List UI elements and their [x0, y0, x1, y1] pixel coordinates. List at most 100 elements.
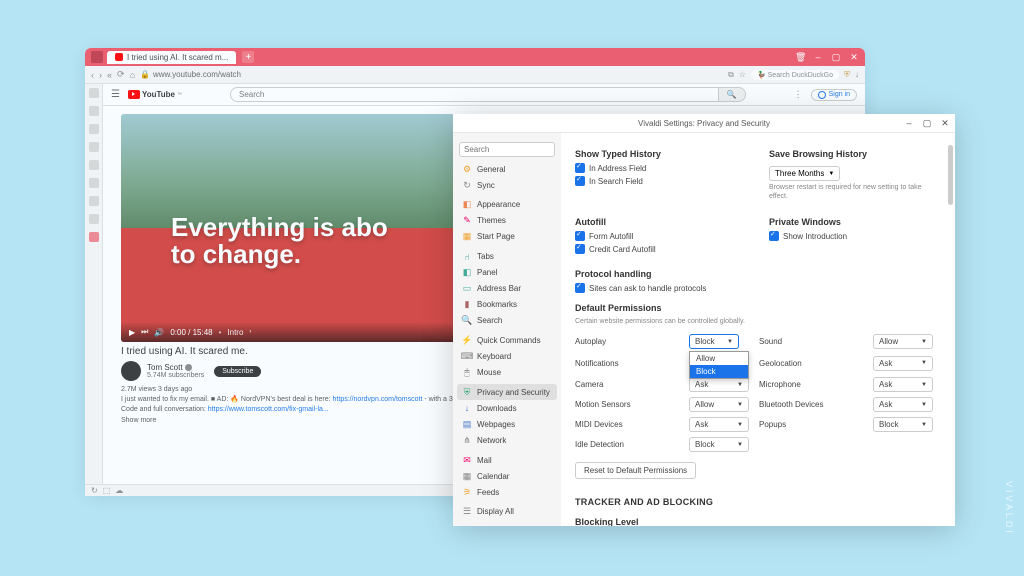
- close-button[interactable]: ✕: [939, 118, 951, 129]
- back-button[interactable]: ‹: [91, 70, 94, 80]
- nav-network[interactable]: ⋔Network: [457, 432, 557, 448]
- forward-button[interactable]: ›: [99, 70, 102, 80]
- scrollbar-thumb[interactable]: [948, 145, 953, 205]
- panel-icon[interactable]: [89, 214, 99, 224]
- heading-private-windows: Private Windows: [769, 217, 933, 227]
- volume-icon[interactable]: 🔊: [154, 328, 164, 337]
- new-tab-button[interactable]: +: [242, 51, 254, 63]
- chapter-label[interactable]: Intro: [227, 328, 243, 337]
- description-link[interactable]: https://www.tomscott.com/fix-gmail-la...: [208, 406, 329, 413]
- history-note: Browser restart is required for new sett…: [769, 183, 933, 201]
- perm-midi-dropdown[interactable]: Ask▼: [689, 417, 749, 432]
- next-icon[interactable]: ⏭: [141, 327, 148, 337]
- search-engine-field[interactable]: 🦆 Search DuckDuckGo: [751, 70, 839, 80]
- nav-quickcommands[interactable]: ⚡Quick Commands: [457, 332, 557, 348]
- bookmark-icon[interactable]: ☆: [739, 70, 746, 79]
- perm-mic-dropdown[interactable]: Ask▼: [873, 377, 933, 392]
- trash-icon[interactable]: 🗑: [795, 52, 805, 63]
- perm-label-popups: Popups: [759, 420, 863, 429]
- home-button[interactable]: ⌂: [130, 70, 135, 80]
- calendar-icon: ▦: [462, 471, 472, 481]
- nav-privacy[interactable]: ⛨Privacy and Security: [457, 384, 557, 400]
- perm-idle-dropdown[interactable]: Block▼: [689, 437, 749, 452]
- youtube-logo[interactable]: YouTube ™: [128, 90, 182, 99]
- perm-camera-dropdown[interactable]: Ask▼: [689, 377, 749, 392]
- grid-icon: ▦: [462, 232, 472, 242]
- panel-icon[interactable]: [89, 106, 99, 116]
- perm-sound-dropdown[interactable]: Allow▼: [873, 334, 933, 349]
- youtube-search-input[interactable]: [230, 87, 719, 102]
- nav-themes[interactable]: ✎Themes: [457, 213, 557, 229]
- perm-bt-dropdown[interactable]: Ask▼: [873, 397, 933, 412]
- option-allow[interactable]: Allow: [690, 352, 748, 365]
- nav-appearance[interactable]: ◧Appearance: [457, 197, 557, 213]
- vivaldi-logo-icon: [91, 51, 103, 63]
- panel-icon[interactable]: [89, 160, 99, 170]
- channel-name[interactable]: Tom Scott: [147, 363, 183, 372]
- nav-sync[interactable]: ↻Sync: [457, 177, 557, 193]
- screenshot-icon[interactable]: ⬚: [103, 486, 111, 495]
- checkbox-cc-autofill[interactable]: [575, 244, 585, 254]
- option-block[interactable]: Block: [690, 365, 748, 378]
- close-button[interactable]: ✕: [849, 52, 859, 63]
- maximize-button[interactable]: ▢: [831, 52, 841, 63]
- signin-button[interactable]: Sign in: [811, 89, 857, 101]
- url-field[interactable]: 🔒 www.youtube.com/watch: [140, 70, 723, 79]
- panel-icon[interactable]: [89, 232, 99, 242]
- nav-mail[interactable]: ✉Mail: [457, 452, 557, 468]
- nav-startpage[interactable]: ▦Start Page: [457, 229, 557, 245]
- reset-permissions-button[interactable]: Reset to Default Permissions: [575, 462, 696, 479]
- nav-webpages[interactable]: ▤Webpages: [457, 416, 557, 432]
- panel-icon[interactable]: [89, 196, 99, 206]
- checkbox-form-autofill[interactable]: [575, 231, 585, 241]
- settings-search-input[interactable]: [459, 142, 555, 157]
- subscribe-button[interactable]: Subscribe: [214, 366, 261, 377]
- nav-calendar[interactable]: ▦Calendar: [457, 468, 557, 484]
- nav-general[interactable]: ⚙General: [457, 161, 557, 177]
- checkbox-in-address[interactable]: [575, 163, 585, 173]
- panel-icon[interactable]: [89, 142, 99, 152]
- perms-note: Certain website permissions can be contr…: [575, 317, 933, 326]
- shield-icon[interactable]: ⛨: [844, 70, 850, 80]
- nav-displayall[interactable]: ☰Display All: [457, 504, 557, 520]
- rewind-button[interactable]: «: [107, 70, 112, 80]
- checkbox-in-search[interactable]: [575, 176, 585, 186]
- panel-icon[interactable]: [89, 88, 99, 98]
- minimize-button[interactable]: –: [903, 118, 915, 129]
- nav-search[interactable]: 🔍Search: [457, 313, 557, 329]
- reload-button[interactable]: ⟳: [117, 69, 125, 80]
- more-menu-icon[interactable]: ⋮: [794, 89, 803, 100]
- checkbox-protocol-ask[interactable]: [575, 283, 585, 293]
- perm-label-autoplay: Autoplay: [575, 337, 679, 346]
- nav-keyboard[interactable]: ⌨Keyboard: [457, 348, 557, 364]
- panel-icon[interactable]: [89, 124, 99, 134]
- play-icon[interactable]: ▶: [129, 328, 135, 337]
- sync-status-icon[interactable]: ↻: [91, 486, 98, 495]
- history-duration-dropdown[interactable]: Three Months▼: [769, 166, 840, 181]
- nav-addressbar[interactable]: ▭Address Bar: [457, 281, 557, 297]
- perm-motion-dropdown[interactable]: Allow▼: [689, 397, 749, 412]
- cloud-icon[interactable]: ☁: [115, 486, 123, 495]
- hamburger-icon[interactable]: ☰: [111, 89, 120, 100]
- perm-autoplay-dropdown[interactable]: Block▼: [689, 334, 739, 349]
- heading-typed-history: Show Typed History: [575, 149, 739, 159]
- panel-icon[interactable]: [89, 178, 99, 188]
- checkbox-show-intro[interactable]: [769, 231, 779, 241]
- nav-panel[interactable]: ◧Panel: [457, 265, 557, 281]
- reader-icon[interactable]: ⧉: [728, 70, 734, 80]
- nav-bookmarks[interactable]: ▮Bookmarks: [457, 297, 557, 313]
- nav-tabs[interactable]: ⑁Tabs: [457, 249, 557, 265]
- mail-icon: ✉: [462, 455, 472, 465]
- nav-mouse[interactable]: 🖱Mouse: [457, 364, 557, 380]
- description-link[interactable]: https://nordvpn.com/tomscott: [333, 396, 423, 403]
- maximize-button[interactable]: ▢: [921, 118, 933, 129]
- channel-avatar[interactable]: [121, 361, 141, 381]
- perm-popups-dropdown[interactable]: Block▼: [873, 417, 933, 432]
- nav-feeds[interactable]: ⚞Feeds: [457, 484, 557, 500]
- browser-tab[interactable]: I tried using AI. It scared m...: [107, 51, 236, 64]
- nav-downloads[interactable]: ↓Downloads: [457, 400, 557, 416]
- download-status-icon[interactable]: ↓: [855, 70, 859, 79]
- youtube-search-button[interactable]: 🔍: [719, 87, 746, 102]
- minimize-button[interactable]: –: [813, 52, 823, 63]
- perm-geo-dropdown[interactable]: Ask▼: [873, 356, 933, 371]
